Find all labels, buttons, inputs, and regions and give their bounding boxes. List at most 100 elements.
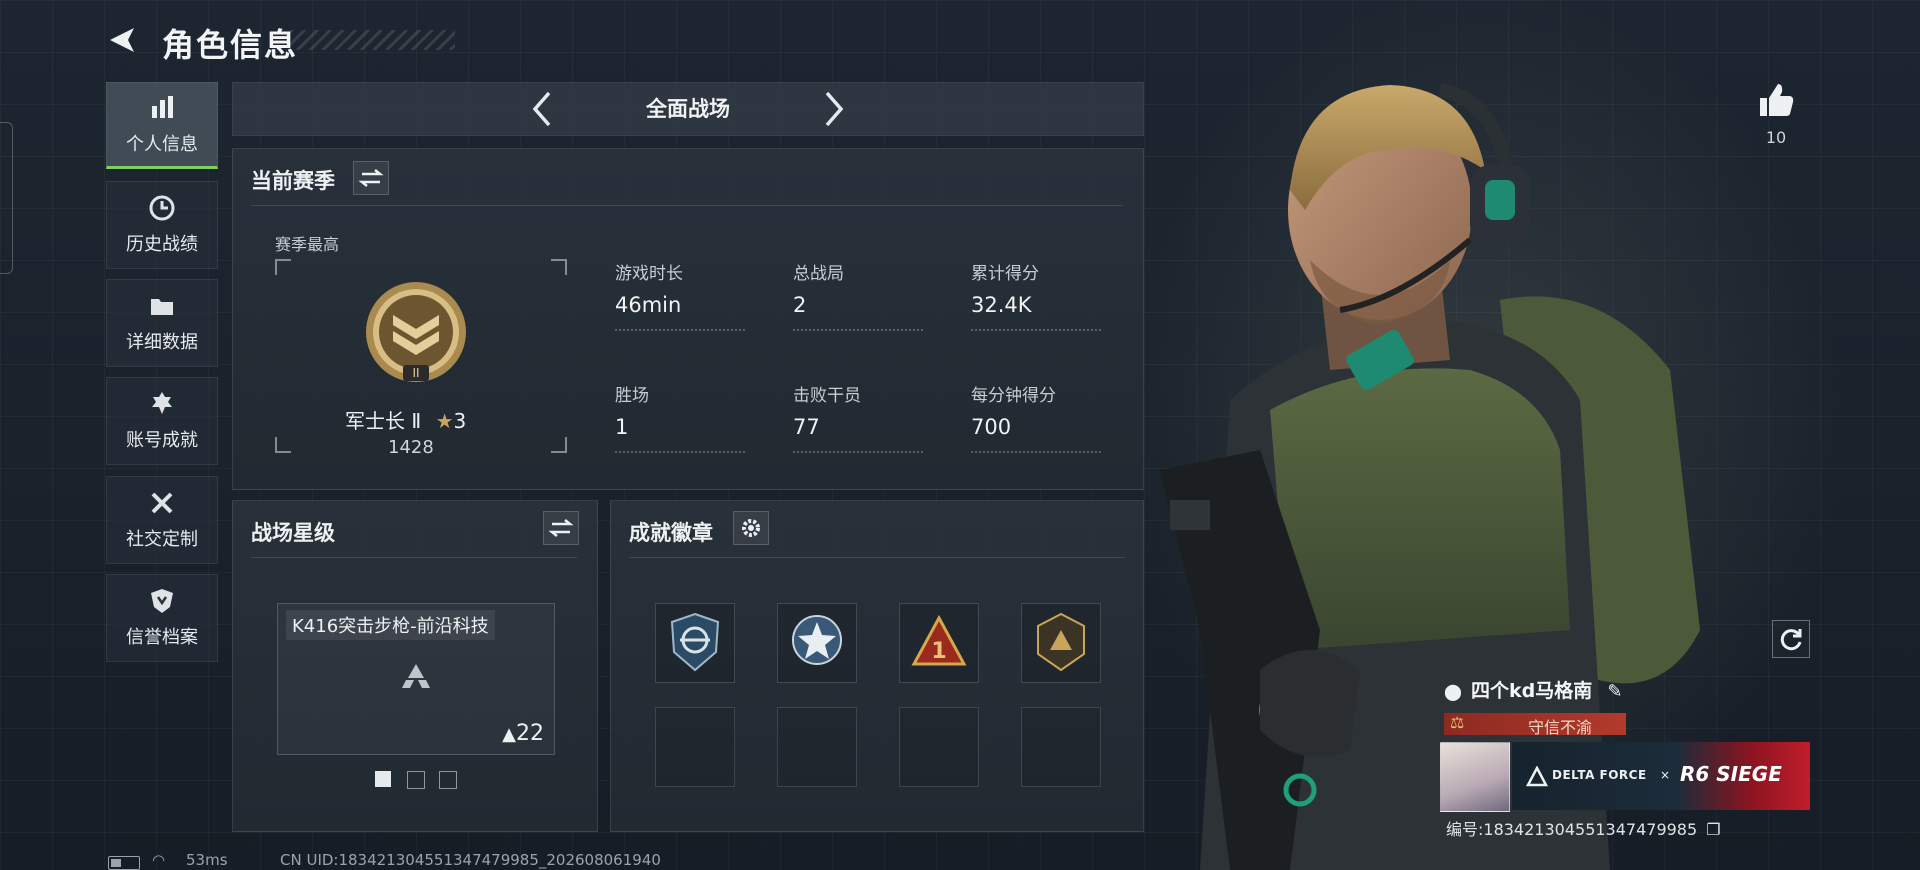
weapon-name: K416突击步枪-前沿科技 bbox=[286, 610, 495, 640]
like-count: 10 bbox=[1765, 128, 1787, 147]
sidebar-item-label: 详细数据 bbox=[126, 332, 198, 353]
svg-text:1: 1 bbox=[931, 639, 946, 664]
achievement-title: 成就徽章 bbox=[629, 521, 713, 545]
player-id-row: 编号:1834213045513474799​85 ❐ bbox=[1446, 816, 1721, 840]
badge-slot[interactable]: 1 bbox=[899, 603, 979, 683]
sidebar-item-social[interactable]: 社交定制 bbox=[106, 476, 218, 564]
badge-slot-empty[interactable] bbox=[777, 707, 857, 787]
frame-corner bbox=[551, 437, 567, 453]
banner-brand: DELTA FORCE bbox=[1552, 768, 1647, 782]
star-count: 22 bbox=[516, 721, 544, 746]
season-switch-button[interactable] bbox=[353, 161, 389, 195]
edit-name-icon[interactable]: ✎ bbox=[1607, 681, 1622, 702]
season-best-label: 赛季最高 bbox=[275, 235, 340, 254]
stat-value: 32.4K bbox=[971, 293, 1032, 317]
satellite-badge-icon bbox=[670, 612, 720, 672]
sidebar-item-history[interactable]: 历史战绩 bbox=[106, 181, 218, 269]
page-dot[interactable] bbox=[439, 771, 457, 789]
page-dot[interactable] bbox=[407, 771, 425, 789]
tier-badge-icon bbox=[1037, 612, 1085, 672]
player-avatar[interactable] bbox=[1440, 742, 1510, 812]
next-mode-button[interactable] bbox=[813, 89, 853, 129]
banner-separator: × bbox=[1660, 768, 1671, 782]
delta-force-logo-icon bbox=[1526, 766, 1548, 787]
first-place-badge-icon: 1 bbox=[911, 614, 967, 666]
weapon-card[interactable]: K416突击步枪-前沿科技 ▲22 bbox=[277, 603, 555, 755]
frame-corner bbox=[275, 437, 291, 453]
swap-icon bbox=[548, 519, 574, 537]
achievement-panel: 成就徽章 1 bbox=[610, 500, 1144, 832]
ping-value: 53ms bbox=[186, 851, 228, 869]
frame-corner bbox=[275, 259, 291, 275]
tier-star-icon: ▲ bbox=[502, 724, 516, 745]
achievement-settings-button[interactable] bbox=[733, 511, 769, 545]
sidebar-item-label: 历史战绩 bbox=[126, 234, 198, 255]
sidebar-item-label: 账号成就 bbox=[126, 430, 198, 451]
mode-selector: 全面战场 bbox=[232, 82, 1144, 136]
back-arrow-icon[interactable] bbox=[104, 22, 140, 58]
edge-handle bbox=[0, 122, 13, 274]
stat-label: 击败干员 bbox=[793, 386, 861, 406]
divider bbox=[793, 451, 923, 453]
sidebar-item-label: 信誉档案 bbox=[126, 627, 198, 648]
wifi-icon: ◠ bbox=[152, 851, 166, 869]
motto-bar: ⚖ 守信不渝 bbox=[1444, 713, 1626, 737]
uid-text: CN UID:183421304551347479985_20260806194… bbox=[280, 851, 661, 869]
player-name: 四个kd马格南 bbox=[1471, 680, 1593, 702]
svg-text:II: II bbox=[412, 366, 419, 380]
rank-points: 1428 bbox=[388, 437, 434, 458]
stat-value: 46min bbox=[615, 293, 682, 317]
divider bbox=[629, 557, 1125, 558]
banner-collab: R6 SIEGE bbox=[1680, 762, 1782, 786]
page-dot-active[interactable] bbox=[375, 771, 391, 787]
sidebar-item-credit[interactable]: 信誉档案 bbox=[106, 574, 218, 662]
clock-icon bbox=[149, 195, 175, 221]
prev-mode-button[interactable] bbox=[523, 89, 563, 129]
stat-value: 2 bbox=[793, 293, 807, 317]
wrench-icon bbox=[151, 492, 173, 514]
rank-medal-icon: II bbox=[366, 282, 466, 382]
scale-icon: ⚖ bbox=[1450, 713, 1465, 732]
sidebar-item-label: 社交定制 bbox=[126, 529, 198, 550]
star-icon: ★ bbox=[435, 409, 454, 433]
stat-label: 游戏时长 bbox=[615, 264, 683, 284]
divider bbox=[971, 329, 1101, 331]
sidebar-item-label: 个人信息 bbox=[126, 133, 198, 155]
sidebar-item-detailed-data[interactable]: 详细数据 bbox=[106, 279, 218, 367]
badge-slot-empty[interactable] bbox=[1021, 707, 1101, 787]
sidebar-item-personal-info[interactable]: 个人信息 bbox=[106, 82, 218, 169]
badge-slot-empty[interactable] bbox=[899, 707, 979, 787]
badge-slot-empty[interactable] bbox=[655, 707, 735, 787]
stat-value: 77 bbox=[793, 415, 820, 439]
bar-chart-icon bbox=[152, 95, 173, 118]
gear-icon bbox=[742, 519, 760, 537]
achievement-icon bbox=[152, 392, 172, 414]
location-pin-icon: ⬤ bbox=[1444, 682, 1462, 701]
copy-icon[interactable]: ❐ bbox=[1706, 820, 1720, 839]
star-count-row: ▲22 bbox=[502, 721, 544, 746]
thumbs-up-icon[interactable] bbox=[1756, 80, 1796, 120]
battery-level bbox=[111, 859, 121, 867]
shield-icon bbox=[151, 589, 173, 613]
divider bbox=[251, 557, 577, 558]
badge-slot[interactable] bbox=[1021, 603, 1101, 683]
sidebar-item-achievements[interactable]: 账号成就 bbox=[106, 377, 218, 465]
badge-slot[interactable] bbox=[777, 603, 857, 683]
battlefield-star-title: 战场星级 bbox=[251, 521, 335, 545]
folder-icon bbox=[151, 299, 173, 315]
page-title: 角色信息 bbox=[162, 26, 299, 64]
profile-banner: DELTA FORCE × R6 SIEGE bbox=[1512, 742, 1810, 810]
title-decoration bbox=[290, 30, 455, 50]
star-switch-button[interactable] bbox=[543, 511, 579, 545]
divider bbox=[251, 205, 1123, 206]
player-id: 编号:1834213045513474799​85 bbox=[1446, 820, 1698, 839]
stat-value: 1 bbox=[615, 415, 629, 439]
player-motto: 守信不渝 bbox=[1528, 718, 1593, 737]
refresh-button[interactable] bbox=[1772, 620, 1810, 658]
rank-stars: 3 bbox=[453, 409, 467, 433]
badge-slot[interactable] bbox=[655, 603, 735, 683]
battery-icon bbox=[108, 856, 140, 870]
frame-corner bbox=[551, 259, 567, 275]
stat-label: 每分钟得分 bbox=[971, 386, 1056, 406]
battlefield-star-panel: 战场星级 K416突击步枪-前沿科技 ▲22 bbox=[232, 500, 598, 832]
